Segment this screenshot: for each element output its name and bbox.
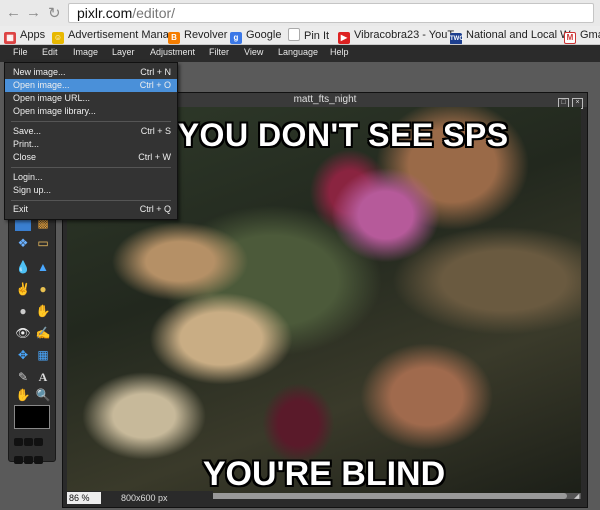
sponge-tool-icon[interactable]: ●	[35, 281, 51, 297]
bookmark-vibracobra[interactable]: ▶ Vibracobra23 - YouT	[338, 28, 454, 44]
url-host: pixlr.com	[77, 5, 133, 21]
bookmark-pin-it[interactable]: Pin It	[288, 28, 329, 42]
image-size-label: 800x600 px	[121, 493, 168, 503]
forward-arrow-icon[interactable]: →	[26, 4, 41, 21]
back-arrow-icon[interactable]: ←	[6, 4, 21, 21]
meme-bottom-text: YOU'RE BLIND	[202, 455, 446, 493]
bookmark-google[interactable]: g Google	[230, 28, 281, 44]
zoom-tool-icon[interactable]: 🔍	[35, 387, 51, 403]
menu-item-open-image-url[interactable]: Open image URL...	[5, 92, 177, 105]
google-icon: g	[230, 32, 242, 44]
menu-language[interactable]: Language	[278, 47, 318, 57]
image-status-bar: 86 % 800x600 px	[63, 491, 213, 505]
menu-view[interactable]: View	[244, 47, 263, 57]
bookmark-weather[interactable]: TWC National and Local W	[450, 28, 571, 44]
eraser-tool-icon[interactable]: ▭	[35, 235, 51, 251]
address-bar[interactable]: pixlr.com/editor/	[68, 3, 594, 23]
toolbox: ▩ ❖ ▭ 💧 ▲ ✌ ● ● ✋ 👁 ✍ ✥ ▦ ✎ A ✋ 🔍	[8, 206, 56, 464]
menu-separator	[11, 200, 171, 201]
page-icon	[288, 28, 300, 41]
menu-item-open-image-library[interactable]: Open image library...	[5, 105, 177, 118]
browser-toolbar: ← → ↻ pixlr.com/editor/	[0, 0, 600, 26]
apps-grid-icon: ▦	[4, 32, 16, 44]
dodge-tool-icon[interactable]: ●	[15, 303, 31, 319]
primary-color-swatch[interactable]	[14, 405, 50, 429]
sharpen-tool-icon[interactable]: ▲	[35, 259, 51, 275]
menu-filter[interactable]: Filter	[209, 47, 229, 57]
smudge-tool-icon[interactable]: ✌	[15, 281, 31, 297]
menu-help[interactable]: Help	[330, 47, 349, 57]
swatch-controls[interactable]	[14, 435, 50, 464]
gmail-icon: M	[564, 32, 576, 44]
spot-heal-tool-icon[interactable]: ✍	[35, 325, 51, 341]
twc-icon: TWC	[450, 33, 464, 44]
resize-corner-icon[interactable]: ◢	[574, 492, 583, 501]
clone-stamp-tool-icon[interactable]: ❖	[15, 235, 31, 251]
menu-item-new-image[interactable]: New image... Ctrl + N	[5, 66, 177, 79]
color-picker-tool-icon[interactable]: ✎	[15, 369, 31, 385]
bookmark-gmail[interactable]: MGmail	[564, 28, 600, 44]
bookmark-revolver[interactable]: B Revolver	[168, 28, 227, 44]
red-eye-tool-icon[interactable]: 👁	[15, 325, 31, 341]
bookmark-advertisement[interactable]: ☺ Advertisement Mana	[52, 28, 169, 44]
file-menu-dropdown: New image... Ctrl + N Open image... Ctrl +…	[4, 62, 178, 220]
menu-edit[interactable]: Edit	[42, 47, 58, 57]
drop-tool-icon[interactable]: 💧	[15, 259, 31, 275]
smiley-icon: ☺	[52, 32, 64, 44]
url-path: /editor/	[132, 5, 176, 21]
menu-item-exit[interactable]: Exit Ctrl + Q	[5, 203, 177, 216]
menu-item-print[interactable]: Print...	[5, 138, 177, 151]
menu-item-save[interactable]: Save... Ctrl + S	[5, 125, 177, 138]
text-tool-icon[interactable]: A	[35, 369, 51, 385]
menu-layer[interactable]: Layer	[112, 47, 135, 57]
menu-image[interactable]: Image	[73, 47, 98, 57]
menu-adjustment[interactable]: Adjustment	[150, 47, 195, 57]
crop-tool-icon[interactable]: ▦	[35, 347, 51, 363]
zoom-field[interactable]: 86 %	[67, 492, 101, 504]
move-tool-icon[interactable]: ✥	[15, 347, 31, 363]
bookmark-apps[interactable]: ▦ Apps	[4, 28, 45, 44]
burn-tool-icon[interactable]: ✋	[35, 303, 51, 319]
hand-tool-icon[interactable]: ✋	[15, 387, 31, 403]
menu-item-open-image[interactable]: Open image... Ctrl + O	[5, 79, 177, 92]
menu-separator	[11, 121, 171, 122]
youtube-icon: ▶	[338, 32, 350, 44]
reload-icon[interactable]: ↻	[48, 4, 61, 22]
menu-item-close[interactable]: Close Ctrl + W	[5, 151, 177, 164]
menu-file[interactable]: File	[13, 47, 28, 57]
menu-item-login[interactable]: Login...	[5, 171, 177, 184]
blogger-icon: B	[168, 32, 180, 44]
menu-separator	[11, 167, 171, 168]
menu-item-sign-up[interactable]: Sign up...	[5, 184, 177, 197]
app-menubar: File Edit Image Layer Adjustment Filter …	[0, 45, 600, 63]
bookmarks-bar: ▦ Apps ☺ Advertisement Mana B Revolver g Goo…	[0, 26, 600, 45]
